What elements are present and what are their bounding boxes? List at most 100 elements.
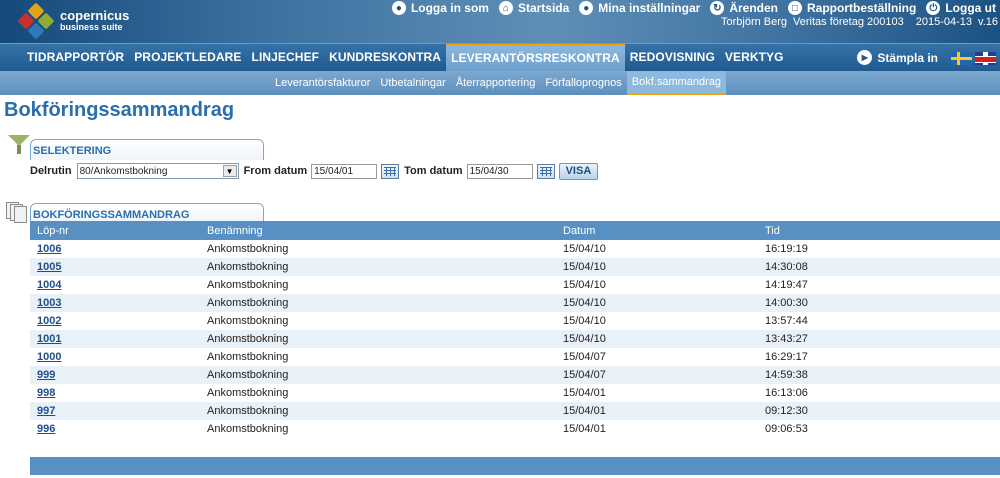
benamning-cell: Ankomstbokning (207, 261, 289, 273)
filter-row: Delrutin 80/Ankomstbokning ▼ From datum … (30, 162, 599, 180)
tid-cell: 16:19:19 (765, 243, 808, 255)
sub-nav: Leverantörsfakturor Utbetalningar Återra… (0, 71, 1000, 95)
settings-link[interactable]: ● Mina inställningar (579, 1, 700, 15)
stampla-in-label: Stämpla in (877, 50, 938, 65)
nav-redovisning[interactable]: REDOVISNING (625, 44, 720, 72)
home-link[interactable]: ⌂ Startsida (498, 1, 569, 15)
lopnr-link[interactable]: 1000 (37, 351, 61, 363)
delrutin-label: Delrutin (30, 165, 72, 177)
table-row: 996 Ankomstbokning 15/04/01 09:06:53 (30, 420, 1000, 438)
benamning-cell: Ankomstbokning (207, 297, 289, 309)
subnav-forfalloprognos[interactable]: Förfalloprognos (540, 71, 626, 95)
benamning-cell: Ankomstbokning (207, 351, 289, 363)
cases-link[interactable]: ↻ Ärenden (710, 1, 778, 15)
datum-cell: 15/04/01 (563, 387, 606, 399)
filter-icon (6, 133, 32, 157)
visa-button[interactable]: VISA (558, 162, 599, 180)
lopnr-cell: 1002 (30, 315, 207, 327)
benamning-cell: Ankomstbokning (207, 423, 289, 435)
datum-cell: 15/04/10 (563, 333, 606, 345)
tid-cell: 14:59:38 (765, 369, 808, 381)
lopnr-link[interactable]: 998 (37, 387, 55, 399)
chevron-down-icon: ▼ (222, 165, 237, 177)
tid-cell: 16:29:17 (765, 351, 808, 363)
selection-section-tab: SELEKTERING (30, 139, 264, 160)
login-as-label: Logga in som (410, 1, 489, 15)
lopnr-link[interactable]: 1003 (37, 297, 61, 309)
nav-verktyg[interactable]: VERKTYG (720, 44, 789, 72)
subnav-utbetalningar[interactable]: Utbetalningar (375, 71, 450, 95)
datum-cell: 15/04/01 (563, 423, 606, 435)
logout-link[interactable]: ⏻ Logga ut (926, 1, 996, 15)
lopnr-cell: 1005 (30, 261, 207, 273)
table-header: Löp-nr Benämning Datum Tid (30, 221, 1000, 240)
from-date-input[interactable]: 15/04/01 (311, 163, 378, 179)
tom-date-input[interactable]: 15/04/30 (466, 163, 533, 179)
tid-cell: 14:30:08 (765, 261, 808, 273)
tom-calendar-icon[interactable] (536, 163, 555, 179)
power-icon: ⏻ (926, 1, 941, 15)
report-order-link[interactable]: □ Rapportbeställning (788, 1, 916, 15)
uk-flag-icon[interactable] (975, 52, 996, 65)
subnav-leverantorsfakturor[interactable]: Leverantörsfakturor (270, 71, 375, 95)
lopnr-cell: 999 (30, 369, 207, 381)
tid-cell: 14:00:30 (765, 297, 808, 309)
table-body: 1006 Ankomstbokning 15/04/10 16:19:19 1005 An… (30, 240, 1000, 438)
lopnr-link[interactable]: 996 (37, 423, 55, 435)
tid-cell: 14:19:47 (765, 279, 808, 291)
delrutin-select[interactable]: 80/Ankomstbokning ▼ (76, 163, 239, 179)
top-links: ● Logga in som ⌂ Startsida ● Mina instäl… (391, 0, 996, 16)
tid-cell: 09:06:53 (765, 423, 808, 435)
document-icon: □ (788, 1, 802, 15)
benamning-cell: Ankomstbokning (207, 243, 289, 255)
lopnr-link[interactable]: 1005 (37, 261, 61, 273)
col-lopnr-header[interactable]: Löp-nr (30, 225, 207, 237)
documents-icon (4, 200, 30, 224)
nav-leverantorsreskontra[interactable]: LEVERANTÖRSRESKONTRA (446, 44, 625, 72)
lopnr-link[interactable]: 997 (37, 405, 55, 417)
table-footer (30, 457, 1000, 475)
lopnr-cell: 998 (30, 387, 207, 399)
col-tid-header[interactable]: Tid (765, 225, 1000, 237)
logout-label: Logga ut (945, 1, 996, 15)
datum-cell: 15/04/10 (563, 315, 606, 327)
table-row: 1000 Ankomstbokning 15/04/07 16:29:17 (30, 348, 1000, 366)
lopnr-cell: 1000 (30, 351, 207, 363)
tid-cell: 13:57:44 (765, 315, 808, 327)
play-icon: ▶ (857, 50, 873, 65)
table-row: 1004 Ankomstbokning 15/04/10 14:19:47 (30, 276, 1000, 294)
lopnr-link[interactable]: 1001 (37, 333, 61, 345)
brand-name: copernicus (60, 8, 130, 23)
col-datum-header[interactable]: Datum (563, 225, 765, 237)
lopnr-cell: 1003 (30, 297, 207, 309)
col-benamning-header[interactable]: Benämning (207, 225, 563, 237)
company-name: Veritas företag 200103 (793, 16, 904, 28)
login-as-link[interactable]: ● Logga in som (391, 1, 489, 15)
table-row: 998 Ankomstbokning 15/04/01 16:13:06 (30, 384, 1000, 402)
subnav-aterrapportering[interactable]: Återrapportering (451, 71, 541, 95)
lopnr-cell: 997 (30, 405, 207, 417)
header: copernicus business suite ● Logga in som… (0, 0, 1000, 43)
from-calendar-icon[interactable] (381, 163, 400, 179)
subnav-bokf-sammandrag[interactable]: Bokf.sammandrag (626, 71, 727, 95)
lopnr-link[interactable]: 1004 (37, 279, 61, 291)
table-row: 1005 Ankomstbokning 15/04/10 14:30:08 (30, 258, 1000, 276)
tid-cell: 09:12:30 (765, 405, 808, 417)
nav-projektledare[interactable]: PROJEKTLEDARE (129, 44, 246, 72)
nav-kundreskontra[interactable]: KUNDRESKONTRA (324, 44, 446, 72)
lopnr-link[interactable]: 1002 (37, 315, 61, 327)
datum-cell: 15/04/10 (563, 243, 606, 255)
lopnr-link[interactable]: 1006 (37, 243, 61, 255)
datum-cell: 15/04/07 (563, 369, 606, 381)
copernicus-logo-icon[interactable] (16, 2, 56, 40)
table-row: 999 Ankomstbokning 15/04/07 14:59:38 (30, 366, 1000, 384)
report-order-label: Rapportbeställning (807, 1, 917, 15)
from-date-label: From datum (243, 165, 308, 177)
tom-date-label: Tom datum (404, 165, 463, 177)
nav-tidrapportor[interactable]: TIDRAPPORTÖR (22, 44, 129, 72)
lopnr-link[interactable]: 999 (37, 369, 55, 381)
nav-linjechef[interactable]: LINJECHEF (247, 44, 325, 72)
swedish-flag-icon[interactable] (951, 52, 972, 65)
stampla-in-button[interactable]: ▶ Stämpla in (857, 50, 938, 65)
datum-cell: 15/04/10 (563, 297, 606, 309)
